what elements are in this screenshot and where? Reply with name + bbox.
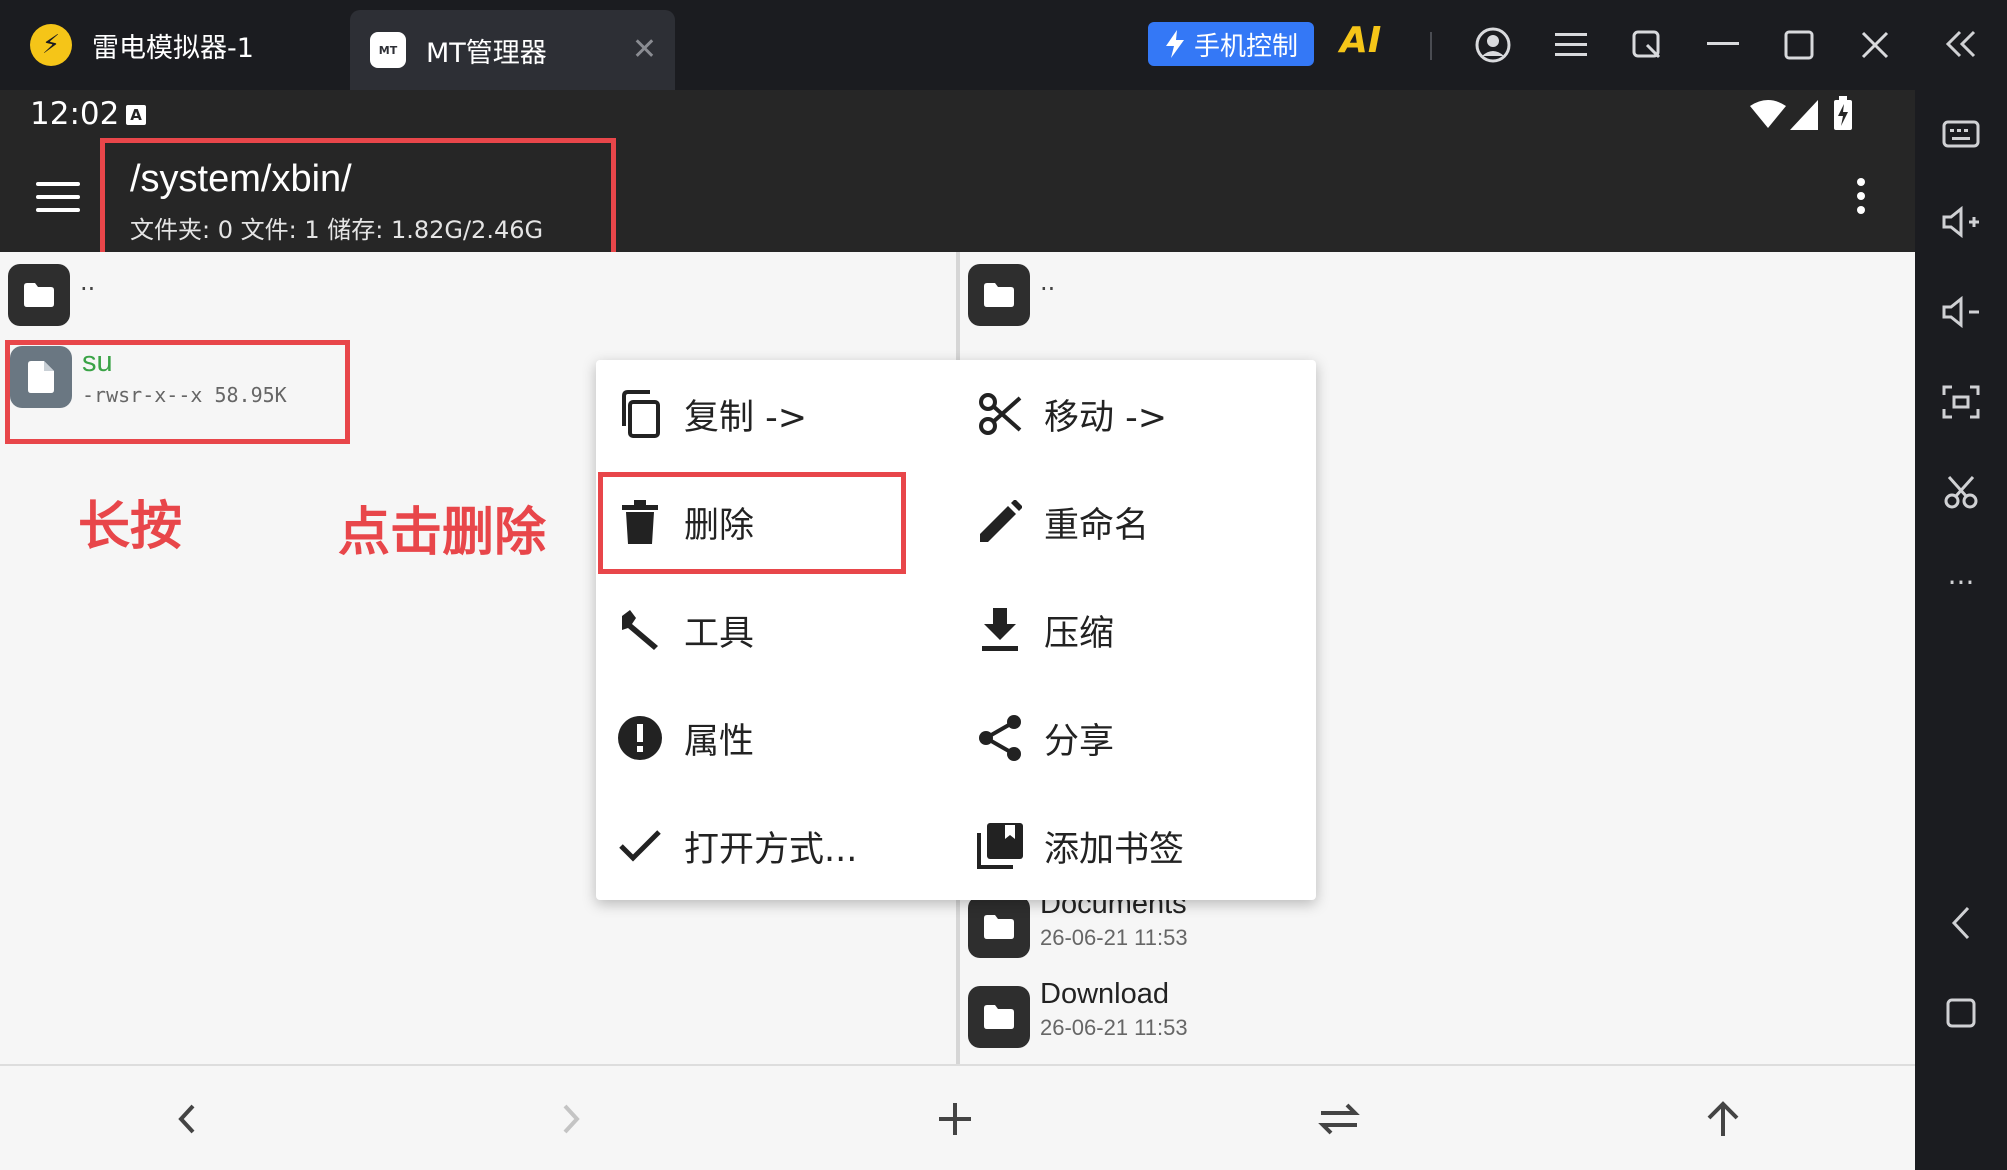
- signal-icon: [1790, 100, 1818, 130]
- share-icon: [976, 714, 1024, 762]
- pin-window-icon[interactable]: [1624, 22, 1670, 68]
- menu-item-label: 移动 ->: [1044, 397, 1168, 438]
- minimize-icon[interactable]: [1700, 22, 1746, 68]
- folder-icon: [968, 986, 1030, 1048]
- ai-assistant-button[interactable]: AI: [1340, 20, 1381, 61]
- emulator-tab-instance[interactable]: ⚡ 雷电模拟器-1: [0, 0, 348, 90]
- battery-charging-icon: [1834, 96, 1852, 130]
- mt-manager-app-icon: MT: [370, 32, 406, 68]
- more-icon[interactable]: ···: [1915, 552, 2007, 612]
- lightning-icon: [1165, 30, 1184, 58]
- menu-item-move[interactable]: 移动 ->: [976, 374, 1167, 454]
- menu-item-label: 工具: [684, 613, 755, 654]
- path-highlight-box: [100, 138, 616, 260]
- pencil-icon: [976, 498, 1024, 546]
- swap-panes-icon[interactable]: [1304, 1084, 1374, 1154]
- screenshot-icon[interactable]: [1915, 372, 2007, 432]
- wifi-icon: [1750, 100, 1786, 128]
- overflow-menu-icon[interactable]: [1855, 178, 1867, 218]
- mt-tab-label: MT管理器: [426, 37, 547, 69]
- wrench-icon: [616, 606, 664, 654]
- folder-date: 26-06-21 11:53: [1040, 1015, 1188, 1040]
- scissors-icon[interactable]: [1915, 462, 2007, 522]
- list-item[interactable]: Download 26-06-21 11:53: [968, 978, 1188, 1048]
- menu-item-label: 打开方式...: [684, 829, 858, 870]
- copy-icon: [616, 390, 664, 438]
- menu-item-label: 属性: [684, 721, 755, 762]
- menu-item-copy[interactable]: 复制 ->: [616, 374, 807, 454]
- folder-icon: [8, 264, 70, 326]
- menu-item-compress[interactable]: 压缩: [976, 590, 1114, 670]
- back-icon[interactable]: [1915, 893, 2007, 953]
- status-clock: 12:02: [30, 96, 120, 132]
- menu-item-properties[interactable]: 属性: [616, 698, 754, 778]
- checkmark-icon: [616, 822, 664, 870]
- menu-item-label: 分享: [1044, 721, 1115, 762]
- drawer-menu-icon[interactable]: [36, 182, 80, 212]
- folder-date: 26-06-21 11:53: [1040, 925, 1188, 950]
- phone-control-label: 手机控制: [1193, 31, 1298, 62]
- delete-highlight-box: [598, 472, 906, 574]
- file-highlight-box: [5, 340, 350, 444]
- emulator-sidebar: ···: [1915, 0, 2007, 1170]
- account-icon[interactable]: [1470, 22, 1516, 68]
- parent-directory-row[interactable]: ..: [8, 264, 95, 326]
- up-directory-icon[interactable]: [1688, 1084, 1758, 1154]
- annotation-long-press: 长按: [78, 497, 183, 557]
- menu-item-label: 重命名: [1044, 505, 1150, 546]
- folder-name: Download: [1040, 978, 1169, 1010]
- android-status-bar: 12:02 A: [0, 90, 1915, 140]
- close-window-icon[interactable]: [1852, 22, 1898, 68]
- emulator-tab-mt-manager[interactable]: MT MT管理器 ✕: [350, 10, 675, 90]
- ldplayer-logo-icon: ⚡: [30, 24, 72, 66]
- bookmark-icon: [976, 822, 1024, 870]
- scissors-icon: [976, 390, 1024, 438]
- add-icon[interactable]: [920, 1084, 990, 1154]
- menu-item-share[interactable]: 分享: [976, 698, 1114, 778]
- parent-directory-label: ..: [1040, 268, 1056, 296]
- menu-icon[interactable]: [1548, 22, 1594, 68]
- menu-item-label: 复制 ->: [684, 397, 808, 438]
- titlebar-divider: [1430, 32, 1432, 60]
- folder-icon: [968, 264, 1030, 326]
- notification-badge: A: [126, 105, 146, 125]
- bottom-navigation-bar: [0, 1064, 1915, 1170]
- volume-down-icon[interactable]: [1915, 282, 2007, 342]
- menu-item-label: 添加书签: [1044, 829, 1185, 870]
- phone-control-button[interactable]: 手机控制: [1148, 22, 1314, 66]
- menu-item-tools[interactable]: 工具: [616, 590, 754, 670]
- volume-up-icon[interactable]: [1915, 192, 2007, 252]
- parent-directory-row[interactable]: ..: [968, 264, 1055, 326]
- file-context-menu: 复制 -> 移动 -> 删除 重命名 工具 压缩 属性 分享 打开方式... 添…: [596, 360, 1316, 900]
- download-icon: [976, 606, 1024, 654]
- ai-label: AI: [1340, 20, 1382, 61]
- emulator-tab-label: 雷电模拟器-1: [92, 32, 254, 64]
- forward-history-icon[interactable]: [536, 1084, 606, 1154]
- keyboard-icon[interactable]: [1915, 104, 2007, 164]
- folder-icon: [968, 896, 1030, 958]
- collapse-sidebar-icon[interactable]: [1915, 14, 2007, 74]
- menu-item-bookmark[interactable]: 添加书签: [976, 806, 1184, 886]
- list-item[interactable]: Documents 26-06-21 11:53: [968, 888, 1188, 958]
- home-icon[interactable]: [1915, 983, 2007, 1043]
- annotation-tap-delete: 点击删除: [338, 503, 547, 563]
- menu-item-open-with[interactable]: 打开方式...: [616, 806, 857, 886]
- menu-item-label: 压缩: [1044, 613, 1115, 654]
- back-history-icon[interactable]: [152, 1084, 222, 1154]
- emulator-titlebar: ⚡ 雷电模拟器-1 MT MT管理器 ✕ 手机控制 AI: [0, 0, 2007, 90]
- maximize-icon[interactable]: [1776, 22, 1822, 68]
- close-tab-icon[interactable]: ✕: [632, 30, 657, 70]
- menu-item-rename[interactable]: 重命名: [976, 482, 1149, 562]
- info-icon: [616, 714, 664, 762]
- parent-directory-label: ..: [80, 268, 96, 296]
